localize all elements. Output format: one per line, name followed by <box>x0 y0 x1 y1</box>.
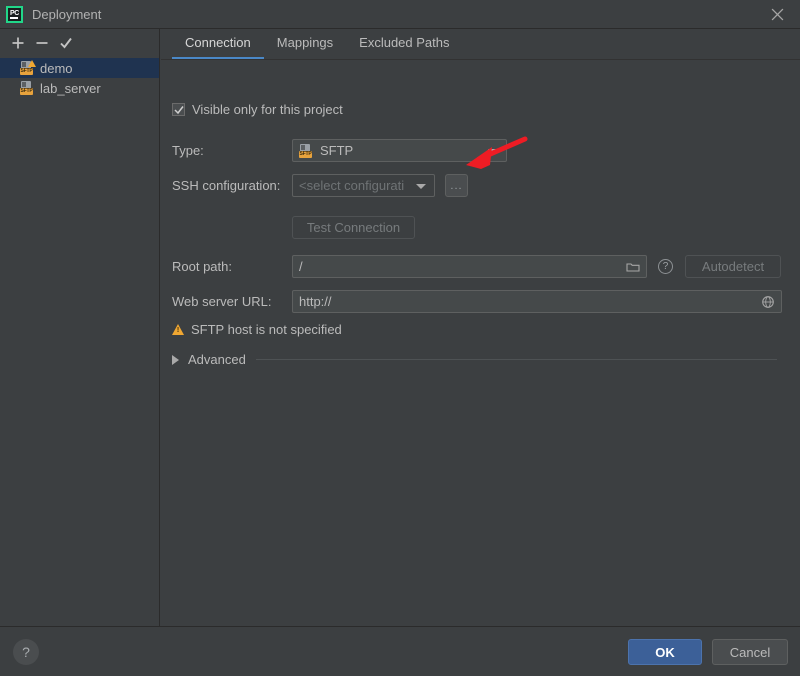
dialog-footer: ? OK Cancel <box>0 626 800 676</box>
web-server-url-label: Web server URL: <box>172 294 272 309</box>
type-label: Type: <box>172 143 204 158</box>
browse-button-label: ... <box>450 179 463 192</box>
server-list-panel: SFTP demo SFTP lab_server <box>0 29 160 626</box>
window-title: Deployment <box>32 6 102 22</box>
status-warning-text: SFTP host is not specified <box>191 322 342 337</box>
test-connection-wrap: Test Connection <box>292 216 415 239</box>
sidebar-item-label: demo <box>40 60 73 76</box>
sidebar-item-demo[interactable]: SFTP demo <box>0 58 159 78</box>
server-list-toolbar <box>0 29 159 56</box>
visible-only-row: Visible only for this project <box>172 102 343 117</box>
root-path-controls: / ? Autodetect <box>292 255 781 278</box>
question-icon: ? <box>22 644 30 660</box>
folder-icon[interactable] <box>625 259 641 275</box>
check-icon <box>60 37 72 48</box>
globe-glyph <box>762 295 774 308</box>
ok-button[interactable]: OK <box>628 639 702 665</box>
type-combo-wrap: SFTP SFTP <box>292 139 507 162</box>
root-path-help-icon[interactable]: ? <box>658 259 673 274</box>
advanced-separator <box>255 359 777 360</box>
test-connection-button[interactable]: Test Connection <box>292 216 415 239</box>
ok-button-label: OK <box>655 644 675 660</box>
web-server-url-value: http:// <box>299 294 332 309</box>
main-panel: Connection Mappings Excluded Paths Visib… <box>161 29 800 626</box>
add-button[interactable] <box>6 32 30 54</box>
close-glyph <box>771 8 783 20</box>
sidebar-item-label: lab_server <box>40 80 101 96</box>
deployment-dialog: PC Deployment SFTP demo SFTP lab_server … <box>0 0 800 676</box>
ssh-configuration-value: <select configurati <box>299 178 405 193</box>
pycharm-logo-icon: PC <box>6 5 23 23</box>
connection-form: Visible only for this project Type: SFTP… <box>161 60 800 367</box>
ssh-configuration-combo[interactable]: <select configurati <box>292 174 435 197</box>
ssh-configuration-label: SSH configuration: <box>172 178 281 193</box>
test-connection-label: Test Connection <box>306 220 401 235</box>
root-path-input[interactable]: / <box>292 255 647 278</box>
tab-label: Connection <box>185 35 251 50</box>
tab-bar: Connection Mappings Excluded Paths <box>161 29 800 60</box>
sftp-server-icon: SFTP <box>20 81 35 95</box>
sftp-tag-label: SFTP <box>20 88 33 95</box>
plus-icon <box>12 37 24 48</box>
server-list: SFTP demo SFTP lab_server <box>0 58 159 98</box>
sftp-server-warning-icon: SFTP <box>20 60 36 75</box>
set-default-button[interactable] <box>54 32 78 54</box>
autodetect-button[interactable]: Autodetect <box>685 255 781 278</box>
root-path-label: Root path: <box>172 259 232 274</box>
chevron-down-icon <box>488 148 498 154</box>
pycharm-logo-text: PC <box>9 9 20 17</box>
cancel-button-label: Cancel <box>729 644 771 660</box>
root-path-value: / <box>299 259 303 274</box>
sftp-tag-label: SFTP <box>20 68 33 75</box>
type-value: SFTP <box>320 143 354 158</box>
tab-excluded-paths[interactable]: Excluded Paths <box>346 29 462 58</box>
warning-triangle-icon <box>172 324 184 335</box>
ssh-configuration-controls: <select configurati ... <box>292 174 468 197</box>
tab-mappings[interactable]: Mappings <box>264 29 346 58</box>
advanced-section[interactable]: Advanced <box>172 352 777 367</box>
sftp-icon: SFTP <box>299 143 314 158</box>
root-path-label-wrap: Root path: <box>172 259 232 274</box>
web-server-url-controls: http:// <box>292 290 782 313</box>
close-icon[interactable] <box>754 0 800 28</box>
tab-label: Excluded Paths <box>359 35 450 50</box>
tab-connection[interactable]: Connection <box>172 29 264 59</box>
visible-only-label: Visible only for this project <box>192 102 343 117</box>
ssh-configuration-label-wrap: SSH configuration: <box>172 178 280 193</box>
help-button[interactable]: ? <box>13 639 39 665</box>
check-icon <box>173 105 184 114</box>
folder-glyph <box>626 262 640 272</box>
type-combo[interactable]: SFTP SFTP <box>292 139 507 162</box>
advanced-label: Advanced <box>188 352 246 367</box>
chevron-right-icon[interactable] <box>172 354 179 365</box>
status-warning: SFTP host is not specified <box>172 322 342 337</box>
minus-icon <box>36 41 48 44</box>
autodetect-label: Autodetect <box>701 259 765 274</box>
visible-only-checkbox[interactable] <box>172 103 185 116</box>
sidebar-item-lab-server[interactable]: SFTP lab_server <box>0 78 159 98</box>
remove-button[interactable] <box>30 32 54 54</box>
ssh-configuration-browse-button[interactable]: ... <box>445 174 468 197</box>
globe-icon[interactable] <box>760 294 776 310</box>
sftp-tag-label: SFTP <box>299 150 312 158</box>
cancel-button[interactable]: Cancel <box>712 639 788 665</box>
title-bar: PC Deployment <box>0 0 800 29</box>
tab-label: Mappings <box>276 35 334 50</box>
type-label-wrap: Type: <box>172 143 204 158</box>
chevron-down-icon <box>416 183 426 189</box>
web-server-url-label-wrap: Web server URL: <box>172 294 271 309</box>
web-server-url-input[interactable]: http:// <box>292 290 782 313</box>
